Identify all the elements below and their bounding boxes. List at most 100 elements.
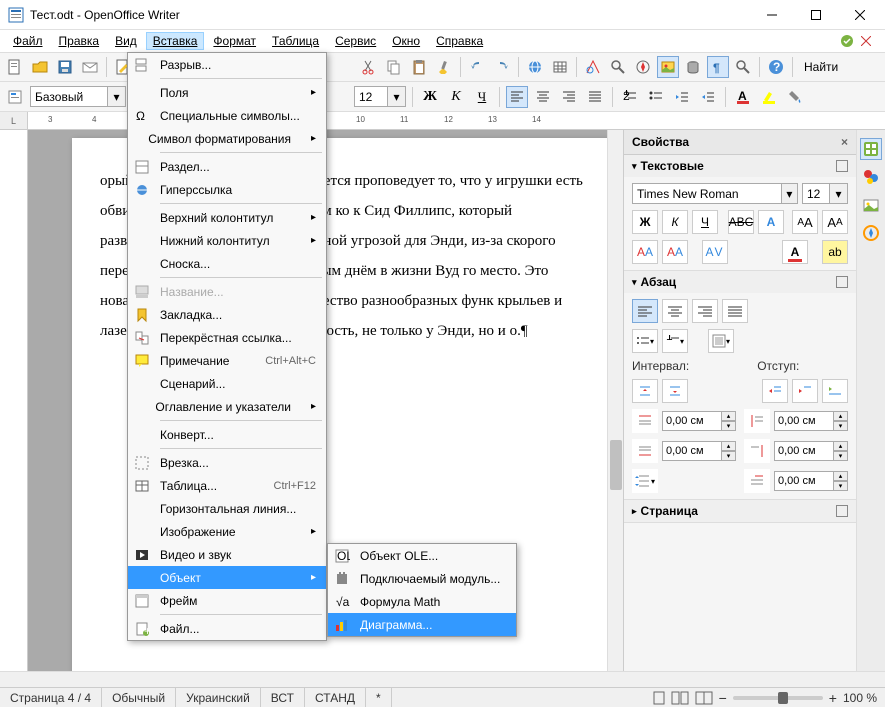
font-color-icon[interactable]: A	[732, 86, 754, 108]
menu-item--[interactable]: +Файл...	[128, 617, 326, 640]
hyperlink-icon[interactable]	[524, 56, 546, 78]
align-left-icon[interactable]	[506, 86, 528, 108]
show-draw-icon[interactable]	[582, 56, 604, 78]
menu-insert[interactable]: Вставка	[146, 32, 205, 50]
sidebar-tab-styles-icon[interactable]	[860, 166, 882, 188]
left-indent-input[interactable]: ▴▾	[774, 411, 848, 431]
doc-close-icon[interactable]	[861, 36, 871, 46]
para-align-left-icon[interactable]	[632, 299, 658, 323]
find-toolbar-label[interactable]: Найти	[798, 60, 844, 74]
status-selection[interactable]: СТАНД	[305, 688, 366, 707]
para-align-right-icon[interactable]	[692, 299, 718, 323]
paragraph-section-header[interactable]: ▾Абзац	[624, 271, 856, 293]
submenu-item--math[interactable]: √aФормула Math	[328, 590, 516, 613]
menu-view[interactable]: Вид	[108, 32, 144, 50]
sidebar-close-icon[interactable]: ×	[841, 135, 848, 149]
zoom-in-icon[interactable]: +	[829, 690, 837, 706]
menu-item--[interactable]: Символ форматирования▸	[128, 127, 326, 150]
highlight-icon[interactable]	[758, 86, 780, 108]
table-icon[interactable]	[549, 56, 571, 78]
menu-item--[interactable]: Название...	[128, 280, 326, 303]
sidebar-fontcolor-icon[interactable]: A	[782, 240, 808, 264]
linespacing-icon[interactable]: ▾	[632, 469, 658, 493]
sidebar-font-combo[interactable]: ▾	[632, 183, 798, 204]
menu-item--[interactable]: Закладка...	[128, 303, 326, 326]
sidebar-subscript-icon[interactable]: AA	[662, 240, 688, 264]
menu-item--[interactable]: Раздел...	[128, 155, 326, 178]
menu-item--[interactable]: Гиперссылка	[128, 178, 326, 201]
menu-item--[interactable]: Перекрёстная ссылка...	[128, 326, 326, 349]
menu-item--[interactable]: Фрейм	[128, 589, 326, 612]
para-numbering-icon[interactable]: 1▾	[662, 329, 688, 353]
menu-tools[interactable]: Сервис	[328, 32, 383, 50]
undo-icon[interactable]	[466, 56, 488, 78]
paste-icon[interactable]	[408, 56, 430, 78]
status-page[interactable]: Страница 4 / 4	[0, 688, 102, 707]
font-size-combo[interactable]: ▾	[354, 86, 406, 107]
help-icon[interactable]: ?	[765, 56, 787, 78]
sidebar-tab-navigator-icon[interactable]	[860, 222, 882, 244]
below-spacing-icon[interactable]	[632, 439, 658, 463]
redo-icon[interactable]	[491, 56, 513, 78]
para-align-center-icon[interactable]	[662, 299, 688, 323]
italic-icon[interactable]: К	[445, 86, 467, 108]
menu-item--[interactable]: Видео и звук	[128, 543, 326, 566]
menu-item--[interactable]: Поля▸	[128, 81, 326, 104]
zoom-icon[interactable]	[732, 56, 754, 78]
menu-item--[interactable]: Таблица...Ctrl+F12	[128, 474, 326, 497]
sidebar-spacing-icon[interactable]: AV	[702, 240, 728, 264]
submenu-item--ole-[interactable]: OLEОбъект OLE...	[328, 544, 516, 567]
open-icon[interactable]	[29, 56, 51, 78]
firstline-indent-icon[interactable]	[744, 469, 770, 493]
align-center-icon[interactable]	[532, 86, 554, 108]
styles-icon[interactable]	[4, 86, 26, 108]
section-more-icon[interactable]	[836, 160, 848, 172]
increase-indent-icon[interactable]	[697, 86, 719, 108]
view-book-icon[interactable]	[695, 691, 713, 705]
sidebar-shrink-font-icon[interactable]: AA	[822, 210, 848, 234]
below-spacing-input[interactable]: ▴▾	[662, 441, 736, 461]
menu-item--[interactable]: Конверт...	[128, 423, 326, 446]
sidebar-bold-icon[interactable]: Ж	[632, 210, 658, 234]
page-section-header[interactable]: ▸Страница	[624, 500, 856, 522]
align-justify-icon[interactable]	[584, 86, 606, 108]
right-indent-input[interactable]: ▴▾	[774, 441, 848, 461]
menu-help[interactable]: Справка	[429, 32, 490, 50]
format-paintbrush-icon[interactable]	[433, 56, 455, 78]
menu-format[interactable]: Формат	[206, 32, 263, 50]
bullet-list-icon[interactable]	[645, 86, 667, 108]
update-icon[interactable]	[839, 33, 855, 49]
text-section-header[interactable]: ▾Текстовые	[624, 155, 856, 177]
menu-file[interactable]: Файл	[6, 32, 50, 50]
bold-icon[interactable]: Ж	[419, 86, 441, 108]
gallery-icon[interactable]	[657, 56, 679, 78]
minimize-button[interactable]	[759, 5, 785, 25]
sidebar-superscript-icon[interactable]: AA	[632, 240, 658, 264]
sidebar-underline-icon[interactable]: Ч	[692, 210, 718, 234]
left-indent-icon[interactable]	[744, 409, 770, 433]
vertical-scrollbar[interactable]	[607, 130, 623, 671]
submenu-item--[interactable]: Диаграмма...	[328, 613, 516, 636]
para-bullets-icon[interactable]: ▾	[632, 329, 658, 353]
menu-item--[interactable]: Разрыв...	[128, 53, 326, 76]
indent-inc-icon[interactable]	[762, 379, 788, 403]
maximize-button[interactable]	[803, 5, 829, 25]
menu-item--[interactable]: Верхний колонтитул▸	[128, 206, 326, 229]
align-right-icon[interactable]	[558, 86, 580, 108]
menu-table[interactable]: Таблица	[265, 32, 326, 50]
spacing-inc-icon[interactable]	[632, 379, 658, 403]
status-language[interactable]: Украинский	[176, 688, 261, 707]
menu-item--[interactable]: Горизонтальная линия...	[128, 497, 326, 520]
sidebar-italic-icon[interactable]: К	[662, 210, 688, 234]
underline-icon[interactable]: Ч	[471, 86, 493, 108]
sidebar-fontsize-combo[interactable]: ▾	[802, 183, 848, 204]
menu-item--[interactable]: Сноска...	[128, 252, 326, 275]
para-align-justify-icon[interactable]	[722, 299, 748, 323]
nonprinting-icon[interactable]: ¶	[707, 56, 729, 78]
sidebar-shadow-icon[interactable]: A	[758, 210, 784, 234]
numbered-list-icon[interactable]: 12	[619, 86, 641, 108]
new-doc-icon[interactable]	[4, 56, 26, 78]
menu-item--[interactable]: Объект▸	[128, 566, 326, 589]
firstline-indent-input[interactable]: ▴▾	[774, 471, 848, 491]
sidebar-strike-icon[interactable]: ABC	[728, 210, 754, 234]
